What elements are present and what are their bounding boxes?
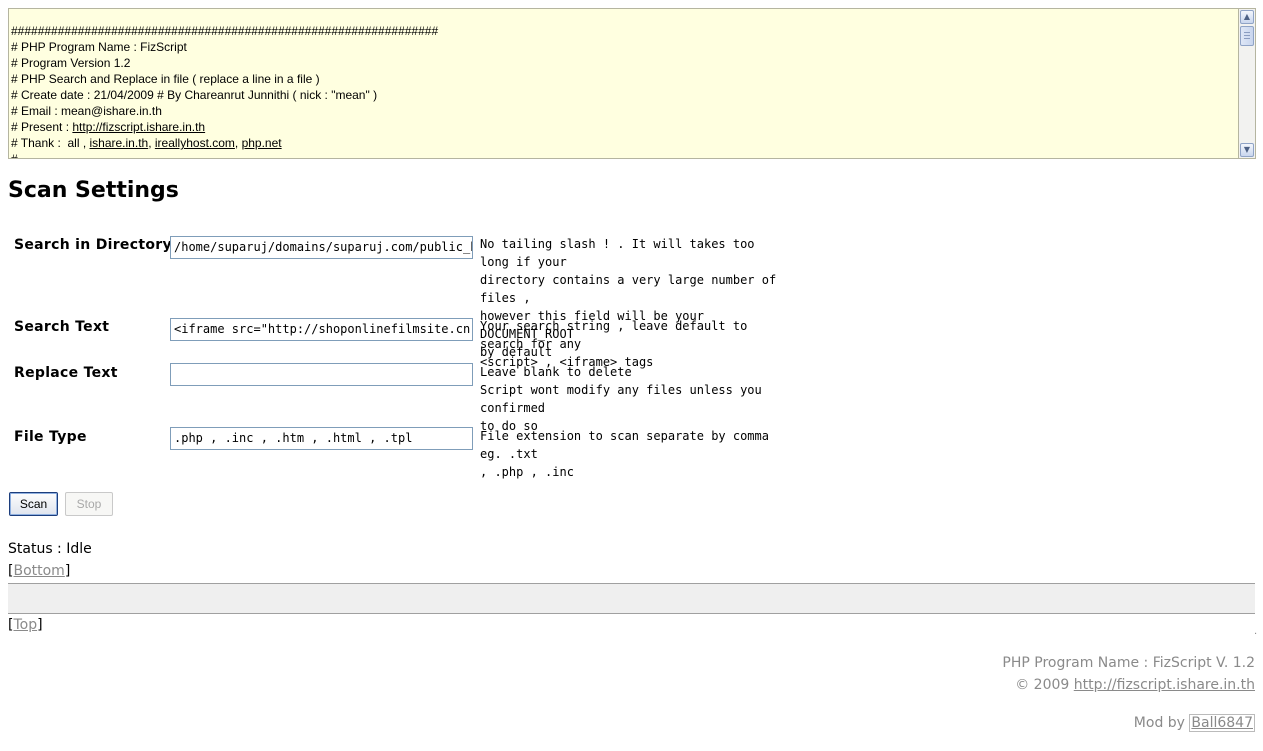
header-line: # PHP Search and Replace in file ( repla… [11, 72, 320, 86]
header-line: # Program Version 1.2 [11, 56, 131, 70]
header-line: ########################################… [11, 24, 439, 38]
header-line: # Present : http://fizscript.ishare.in.t… [11, 119, 1239, 135]
top-link[interactable]: Top [13, 617, 37, 633]
replace-text-input[interactable] [170, 363, 473, 386]
replace-text-label: Replace Text [14, 365, 118, 381]
thank-link-ireallyhost[interactable]: ireallyhost.com [155, 136, 235, 150]
search-text-label: Search Text [14, 319, 110, 335]
stop-button[interactable]: Stop [65, 492, 113, 516]
file-type-label: File Type [14, 429, 87, 445]
footer-mod: Mod by Ball6847 [1133, 714, 1255, 732]
header-scrollbar[interactable]: ▲ ▼ [1238, 8, 1256, 159]
directory-input[interactable]: /home/suparuj/domains/suparuj.com/public… [170, 236, 473, 259]
footer-link[interactable]: http://fizscript.ishare.in.th [1074, 677, 1255, 693]
program-info-box[interactable]: ########################################… [8, 8, 1239, 159]
scan-log-area [8, 583, 1255, 614]
header-line: # Create date : 21/04/2009 # By Chareanr… [11, 88, 378, 102]
separator: , [234, 136, 242, 150]
present-label: # Present : [11, 120, 73, 134]
footer-copyright: © 2009 http://fizscript.ishare.in.th [1015, 677, 1255, 693]
thank-link-phpnet[interactable]: php.net [242, 136, 282, 150]
thank-link-ishare[interactable]: ishare.in.th [90, 136, 149, 150]
log-dot: . [1254, 626, 1258, 637]
directory-label: Search in Directory [14, 237, 172, 253]
header-line: # PHP Program Name : FizScript [11, 40, 187, 54]
header-line: # Email : mean@ishare.in.th [11, 104, 162, 118]
bottom-anchor: [Bottom] [8, 563, 71, 579]
status-text: Status : Idle [8, 541, 92, 557]
separator: , [148, 136, 155, 150]
file-type-hint: File extension to scan separate by comma… [480, 429, 769, 479]
mod-author-link[interactable]: Ball6847 [1189, 714, 1255, 732]
bottom-link[interactable]: Bottom [13, 563, 64, 579]
footer-program-name: PHP Program Name : FizScript V. 1.2 [1002, 655, 1255, 671]
search-text-input[interactable]: <iframe src="http://shoponlinefilmsite.c… [170, 318, 473, 341]
present-link[interactable]: http://fizscript.ishare.in.th [72, 120, 205, 134]
scroll-thumb[interactable] [1240, 26, 1254, 46]
scan-button[interactable]: Scan [9, 492, 58, 516]
scroll-up-icon[interactable]: ▲ [1240, 10, 1254, 24]
page-title: Scan Settings [8, 178, 179, 203]
top-anchor: [Top] [8, 617, 43, 633]
scroll-down-icon[interactable]: ▼ [1240, 143, 1254, 157]
header-line: # Thank : all , ishare.in.th, ireallyhos… [11, 135, 1239, 151]
thank-label: # Thank : all , [11, 136, 90, 150]
header-line: # [11, 152, 18, 159]
file-type-input[interactable]: .php , .inc , .htm , .html , .tpl [170, 427, 473, 450]
replace-text-hint: Leave blank to delete Script wont modify… [480, 365, 762, 433]
